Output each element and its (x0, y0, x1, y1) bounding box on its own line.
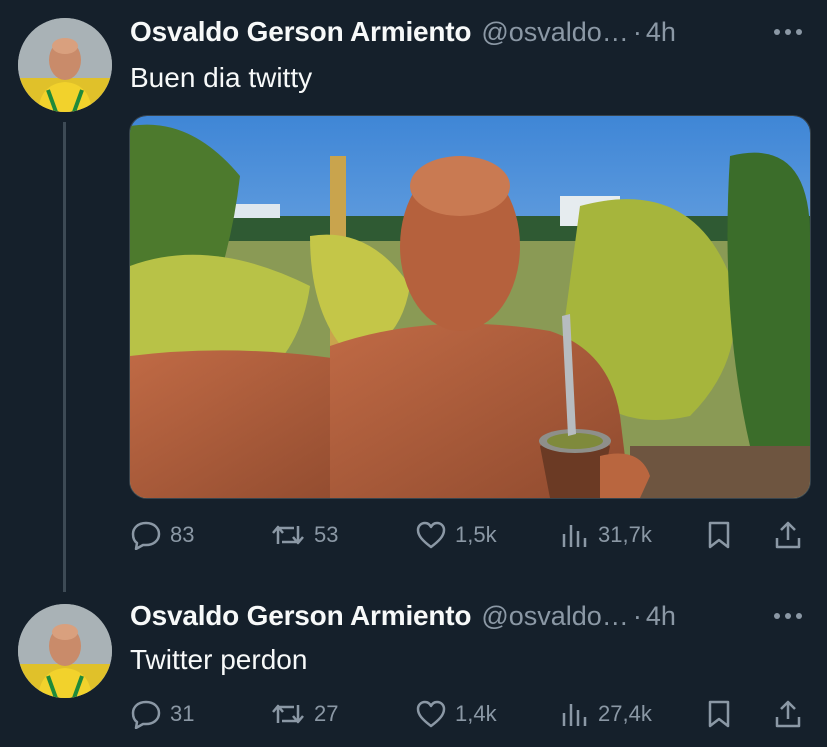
avatar[interactable] (18, 604, 112, 698)
author-handle[interactable]: @osvaldo… (481, 17, 628, 48)
view-count: 31,7k (598, 522, 652, 547)
tweet[interactable]: Osvaldo Gerson Armiento @osvaldo… · 4h B… (0, 0, 827, 590)
repost-count: 53 (314, 522, 339, 547)
timestamp[interactable]: 4h (646, 601, 676, 632)
like-icon (416, 521, 446, 549)
like-button[interactable]: 1,4k (415, 694, 497, 734)
tweet-text: Twitter perdon (130, 644, 308, 675)
author-name[interactable]: Osvaldo Gerson Armiento (130, 600, 472, 632)
separator-dot: · (632, 600, 642, 631)
avatar[interactable] (18, 18, 112, 112)
author-handle[interactable]: @osvaldo… (481, 601, 628, 632)
views-icon (562, 704, 587, 726)
bookmark-icon (708, 521, 730, 549)
reply-icon (131, 700, 161, 729)
more-icon (774, 29, 802, 35)
repost-icon (272, 525, 304, 545)
reply-count: 31 (170, 701, 195, 726)
repost-button[interactable]: 53 (270, 515, 338, 555)
like-count: 1,4k (455, 701, 497, 726)
bookmark-button[interactable] (705, 694, 741, 734)
more-button[interactable] (773, 14, 803, 50)
share-button[interactable] (773, 515, 811, 555)
reply-icon (131, 521, 161, 550)
tweet-header: Osvaldo Gerson Armiento @osvaldo… · 4h (130, 598, 676, 634)
view-count: 27,4k (598, 701, 652, 726)
reply-count: 83 (170, 522, 195, 547)
more-button[interactable] (773, 598, 803, 634)
tweet-photo[interactable] (129, 115, 811, 499)
tweet[interactable]: Osvaldo Gerson Armiento @osvaldo… · 4h T… (0, 590, 827, 747)
views-button[interactable]: 27,4k (560, 694, 652, 734)
bookmark-button[interactable] (705, 515, 741, 555)
more-icon (774, 613, 802, 619)
like-count: 1,5k (455, 522, 497, 547)
separator-dot: · (632, 16, 642, 47)
share-icon (775, 521, 801, 549)
views-icon (562, 525, 587, 547)
share-button[interactable] (773, 694, 811, 734)
repost-icon (272, 704, 304, 724)
tweet-actions: 83 53 1,5k 31,7k (130, 515, 810, 555)
like-button[interactable]: 1,5k (415, 515, 497, 555)
share-icon (775, 700, 801, 728)
views-button[interactable]: 31,7k (560, 515, 652, 555)
timestamp[interactable]: 4h (646, 17, 676, 48)
photo-image (130, 116, 810, 498)
author-name[interactable]: Osvaldo Gerson Armiento (130, 16, 472, 48)
tweet-actions: 31 27 1,4k 27,4k (130, 694, 810, 734)
tweet-text: Buen dia twitty (130, 62, 313, 93)
reply-button[interactable]: 83 (130, 515, 194, 555)
like-icon (416, 700, 446, 728)
repost-count: 27 (314, 701, 339, 726)
reply-button[interactable]: 31 (130, 694, 194, 734)
repost-button[interactable]: 27 (270, 694, 338, 734)
bookmark-icon (708, 700, 730, 728)
tweet-header: Osvaldo Gerson Armiento @osvaldo… · 4h (130, 14, 676, 50)
